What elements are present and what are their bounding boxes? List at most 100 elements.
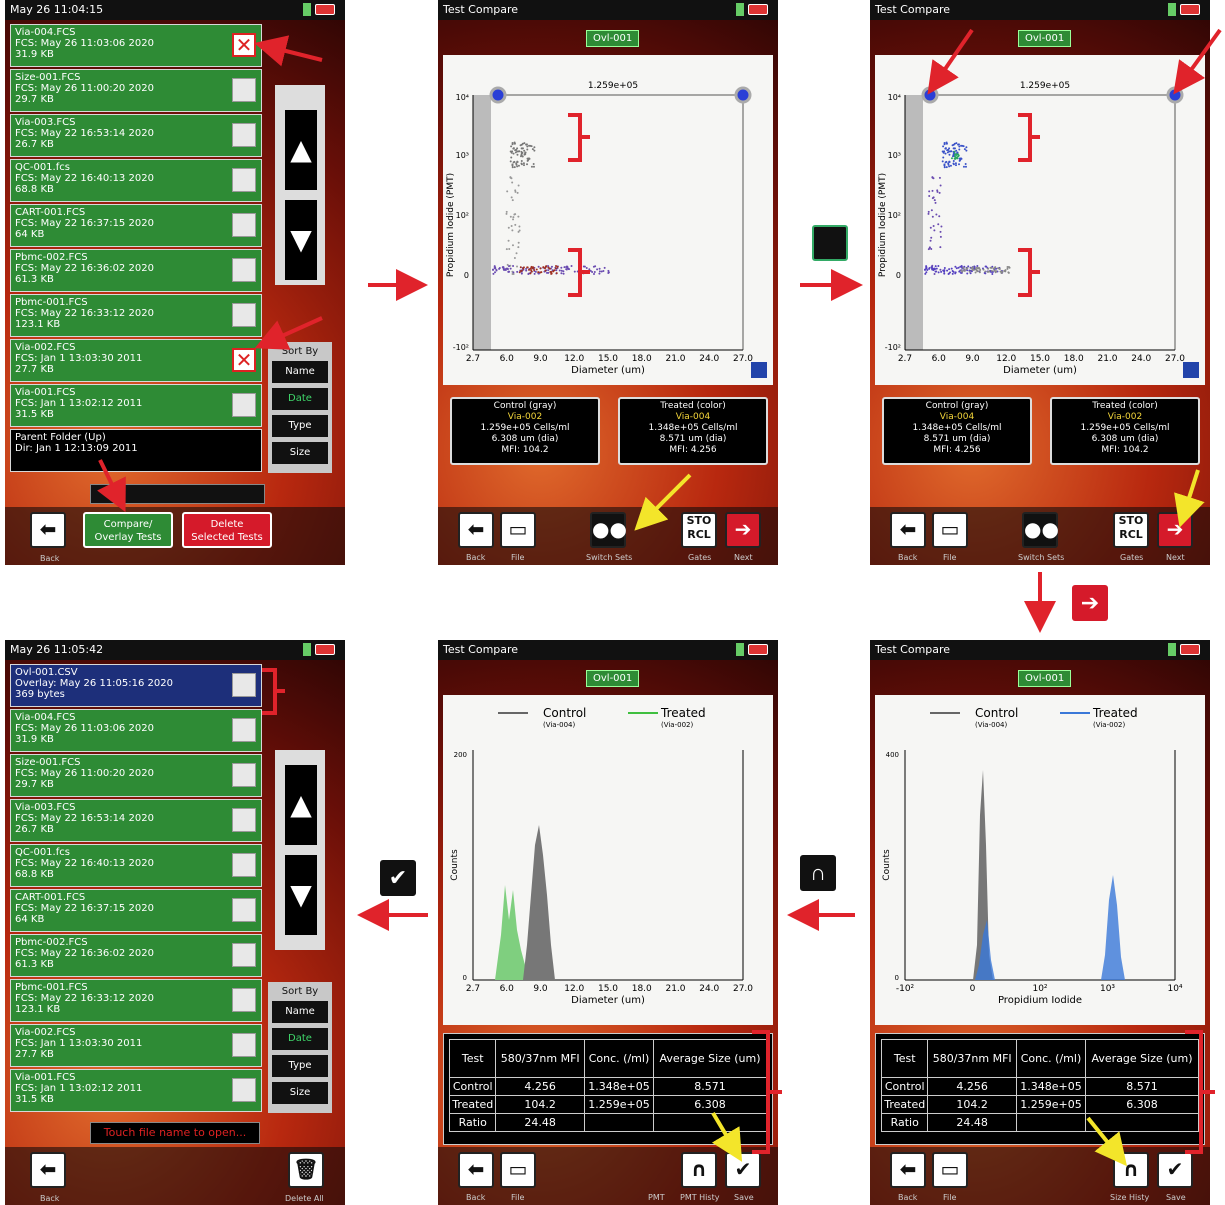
- sort-name-button[interactable]: Name: [272, 361, 328, 383]
- delete-all-button[interactable]: 🗑: [288, 1152, 324, 1188]
- file-checkbox[interactable]: [232, 988, 256, 1012]
- file-checkbox[interactable]: [232, 303, 256, 327]
- file-checkbox[interactable]: [232, 898, 256, 922]
- file-item[interactable]: Size-001.FCS FCS: May 26 11:00:20 2020 29.…: [10, 69, 262, 112]
- gate-handle-right[interactable]: [1166, 86, 1184, 104]
- file-checkbox[interactable]: [232, 1033, 256, 1057]
- sort-size-button[interactable]: Size: [272, 442, 328, 464]
- scatter-dot: [957, 266, 960, 269]
- signal-icon: [1168, 643, 1176, 656]
- scroll-up-button[interactable]: ▲: [285, 110, 317, 190]
- back-button[interactable]: ⬅: [890, 1152, 926, 1188]
- scatter-dot: [495, 269, 498, 272]
- save-button[interactable]: ✔: [725, 1152, 761, 1188]
- gate-handle-left[interactable]: [489, 86, 507, 104]
- file-item[interactable]: Pbmc-001.FCS FCS: May 22 16:33:12 2020 123…: [10, 294, 262, 337]
- histogram-toggle-icon[interactable]: [751, 362, 767, 378]
- file-checkbox[interactable]: [232, 213, 256, 237]
- signal-icon: [736, 3, 744, 16]
- size-histogram-button[interactable]: ∩: [1113, 1152, 1149, 1188]
- file-info: FCS: May 22 16:53:14 2020: [15, 128, 154, 139]
- sort-date-button[interactable]: Date: [272, 388, 328, 410]
- scatter-dot: [927, 210, 930, 213]
- file-item[interactable]: Via-004.FCS FCS: May 26 11:03:06 2020 31.9…: [10, 24, 262, 67]
- file-checkbox[interactable]: [232, 808, 256, 832]
- file-item[interactable]: Via-003.FCS FCS: May 22 16:53:14 2020 26.7…: [10, 799, 262, 842]
- file-item[interactable]: Pbmc-002.FCS FCS: May 22 16:36:02 2020 61.…: [10, 249, 262, 292]
- file-button[interactable]: ▭: [500, 512, 536, 548]
- scatter-dot: [998, 267, 1001, 270]
- delete-selected-button[interactable]: Delete Selected Tests: [182, 512, 272, 548]
- gate-handle-left[interactable]: [921, 86, 939, 104]
- gate-handle-right[interactable]: [734, 86, 752, 104]
- file-item[interactable]: CART-001.FCS FCS: May 22 16:37:15 2020 64 …: [10, 889, 262, 932]
- file-checkbox[interactable]: ✕: [232, 33, 256, 57]
- status-bar: Test Compare: [870, 640, 1210, 660]
- sto-rcl-button[interactable]: STO RCL: [681, 512, 717, 548]
- file-item[interactable]: Via-002.FCS FCS: Jan 1 13:03:30 2011 27.7 …: [10, 1024, 262, 1067]
- sto-rcl-button[interactable]: STO RCL: [1113, 512, 1149, 548]
- file-item[interactable]: Ovl-001.CSV Overlay: May 26 11:05:16 2020…: [10, 664, 262, 707]
- scatter-dot: [964, 163, 967, 166]
- file-item[interactable]: QC-001.fcs FCS: May 22 16:40:13 2020 68.8 …: [10, 159, 262, 202]
- file-item[interactable]: Size-001.FCS FCS: May 26 11:00:20 2020 29.…: [10, 754, 262, 797]
- scatter-dot: [928, 190, 931, 193]
- control-stat-box: Control (gray) Via-004 1.348e+05 Cells/m…: [882, 397, 1032, 465]
- next-button[interactable]: ➔: [1157, 512, 1193, 548]
- sort-type-button[interactable]: Type: [272, 1055, 328, 1077]
- file-checkbox[interactable]: [232, 393, 256, 417]
- file-checkbox[interactable]: [232, 258, 256, 282]
- pmt-histogram-button[interactable]: ∩: [681, 1152, 717, 1188]
- file-item[interactable]: Via-004.FCS FCS: May 26 11:03:06 2020 31.9…: [10, 709, 262, 752]
- file-item[interactable]: CART-001.FCS FCS: May 22 16:37:15 2020 64 …: [10, 204, 262, 247]
- file-checkbox[interactable]: [232, 853, 256, 877]
- parent-folder-item[interactable]: Parent Folder (Up) Dir: Jan 1 12:13:09 20…: [10, 429, 262, 472]
- legend-treated: Treated: [1092, 706, 1138, 720]
- file-checkbox[interactable]: [232, 1078, 256, 1102]
- scatter-dot: [492, 268, 495, 271]
- next-button[interactable]: ➔: [725, 512, 761, 548]
- file-checkbox[interactable]: [232, 673, 256, 697]
- scatter-dot: [951, 144, 954, 147]
- file-button[interactable]: ▭: [500, 1152, 536, 1188]
- file-checkbox[interactable]: [232, 763, 256, 787]
- table-cell: Control: [880, 1077, 929, 1096]
- file-checkbox[interactable]: [232, 168, 256, 192]
- back-button[interactable]: ⬅: [30, 512, 66, 548]
- file-checkbox[interactable]: [232, 943, 256, 967]
- scatter-plot[interactable]: 1.259e+05 2.7 6.0 9.0 12.0 15.0 18.0 21.0 24.0 2…: [875, 55, 1205, 385]
- file-item[interactable]: Via-002.FCS FCS: Jan 1 13:03:30 2011 27.7 …: [10, 339, 262, 382]
- file-item[interactable]: Via-003.FCS FCS: May 22 16:53:14 2020 26.7…: [10, 114, 262, 157]
- sort-date-button[interactable]: Date: [272, 1028, 328, 1050]
- file-item[interactable]: Pbmc-002.FCS FCS: May 22 16:36:02 2020 61.…: [10, 934, 262, 977]
- compare-overlay-button[interactable]: Compare/ Overlay Tests: [83, 512, 173, 548]
- file-button[interactable]: ▭: [932, 1152, 968, 1188]
- save-button[interactable]: ✔: [1157, 1152, 1193, 1188]
- file-checkbox[interactable]: [232, 123, 256, 147]
- sort-size-button[interactable]: Size: [272, 1082, 328, 1104]
- file-item[interactable]: Via-001.FCS FCS: Jan 1 13:02:12 2011 31.5 …: [10, 384, 262, 427]
- back-button[interactable]: ⬅: [30, 1152, 66, 1188]
- sort-type-button[interactable]: Type: [272, 415, 328, 437]
- scroll-down-button[interactable]: ▼: [285, 200, 317, 280]
- scroll-down-button[interactable]: ▼: [285, 855, 317, 935]
- back-button[interactable]: ⬅: [458, 1152, 494, 1188]
- file-checkbox[interactable]: [232, 718, 256, 742]
- file-item[interactable]: QC-001.fcs FCS: May 22 16:40:13 2020 68.8 …: [10, 844, 262, 887]
- histogram-toggle-icon[interactable]: [1183, 362, 1199, 378]
- back-button[interactable]: ⬅: [458, 512, 494, 548]
- file-item[interactable]: Pbmc-001.FCS FCS: May 22 16:33:12 2020 123…: [10, 979, 262, 1022]
- scatter-dot: [550, 272, 553, 275]
- scatter-dot: [968, 270, 971, 273]
- back-button[interactable]: ⬅: [890, 512, 926, 548]
- file-button[interactable]: ▭: [932, 512, 968, 548]
- switch-sets-button[interactable]: ●●: [590, 512, 627, 548]
- file-checkbox[interactable]: ✕: [232, 348, 256, 372]
- file-item[interactable]: Via-001.FCS FCS: Jan 1 13:02:12 2011 31.5 …: [10, 1069, 262, 1112]
- switch-sets-button[interactable]: ●●: [1022, 512, 1059, 548]
- file-name: Via-004.FCS: [15, 27, 76, 38]
- scatter-plot[interactable]: 1.259e+05 2.7 6.0 9.0 12.0 15.0 18.0 21.0 24.0 2…: [443, 55, 773, 385]
- sort-name-button[interactable]: Name: [272, 1001, 328, 1023]
- file-checkbox[interactable]: [232, 78, 256, 102]
- scroll-up-button[interactable]: ▲: [285, 765, 317, 845]
